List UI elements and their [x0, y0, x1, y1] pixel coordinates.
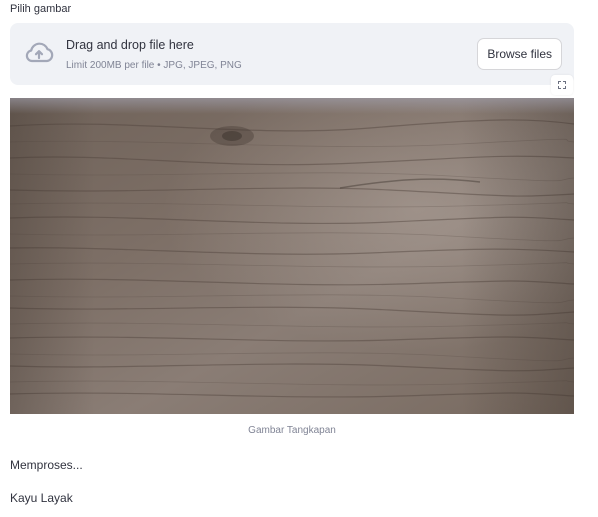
cloud-upload-icon [24, 41, 54, 65]
result-text: Kayu Layak [10, 491, 73, 505]
file-dropzone[interactable]: Drag and drop file here Limit 200MB per … [10, 23, 574, 85]
browse-files-button[interactable]: Browse files [477, 38, 562, 70]
dropzone-limit-text: Limit 200MB per file • JPG, JPEG, PNG [66, 60, 242, 71]
processing-status: Memproses... [10, 458, 83, 472]
captured-image [10, 98, 574, 414]
fullscreen-button[interactable] [551, 75, 573, 95]
uploader-label: Pilih gambar [10, 3, 72, 15]
dropzone-title: Drag and drop file here [66, 38, 194, 52]
app-page: Pilih gambar Drag and drop file here Lim… [0, 0, 598, 517]
image-caption: Gambar Tangkapan [248, 425, 336, 436]
